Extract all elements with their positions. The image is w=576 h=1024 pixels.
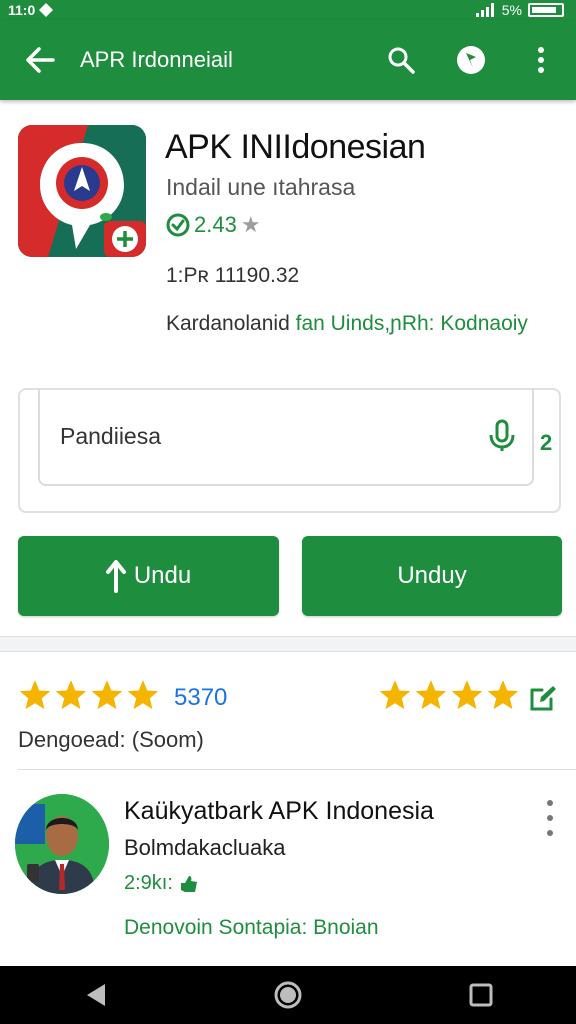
developer-row: Kardanolanid fan Uinds,ɲRh: Kodnaoiy	[166, 312, 528, 336]
app-subtitle: Indail une ıtahrasa	[166, 174, 356, 200]
app-bar-title: APR Irdonneiail	[80, 47, 233, 72]
back-arrow-icon	[26, 47, 55, 73]
field-count: 2	[540, 430, 553, 455]
search-field-value: Pandiiesa	[60, 422, 162, 449]
app-bar: APR Irdonneiail	[0, 20, 576, 100]
app-rating: 2.43 ★	[166, 212, 261, 238]
battery-percent: 5%	[501, 2, 522, 18]
nav-home-icon[interactable]	[273, 980, 303, 1010]
search-icon	[388, 47, 415, 74]
downloads-label: Dengoead: (Soom)	[18, 727, 204, 752]
more-vert-icon	[547, 800, 553, 806]
star-icon[interactable]	[486, 678, 520, 712]
download-button-label: Undu	[133, 562, 192, 589]
search-button[interactable]	[366, 20, 436, 100]
download-secondary-label: Unduy	[397, 562, 467, 589]
verified-check-icon	[166, 213, 190, 237]
app-meta: 1:Pʀ 11190.32	[166, 264, 300, 287]
status-time: 11:0	[8, 2, 36, 18]
battery-icon	[528, 3, 564, 17]
section-divider	[0, 636, 576, 652]
review-size-value: 2:9kı:	[124, 872, 173, 894]
developer-prefix: Kardanolanid	[166, 312, 290, 335]
star-icon[interactable]	[450, 678, 484, 712]
star-icon[interactable]	[378, 678, 412, 712]
app-logo-graphic	[18, 125, 146, 257]
your-rating-stars[interactable]	[378, 678, 520, 712]
rating-value: 2.43	[194, 212, 237, 237]
avatar-photo	[15, 794, 109, 894]
star-icon	[91, 680, 123, 710]
thumb-icon	[180, 875, 197, 892]
star-icon	[19, 680, 51, 710]
rating-star-icon: ★	[240, 212, 261, 237]
status-bar: 11:0 5%	[0, 0, 576, 20]
upload-arrow-icon	[105, 560, 126, 593]
developer-link[interactable]: fan Uinds,ɲRh: Kodnaoiy	[296, 312, 528, 335]
review-size: 2:9kı:	[124, 872, 199, 895]
star-icon	[55, 680, 87, 710]
review-author: Kaükyatbark APK Indonesia	[124, 797, 434, 825]
nav-recents-icon[interactable]	[469, 983, 493, 1007]
app-name: APK INIIdonesian	[165, 128, 426, 166]
review-link[interactable]: Denovoin Sontapia: Bnoian	[124, 916, 379, 940]
navigation-bar	[0, 966, 576, 1024]
more-options-button[interactable]	[506, 20, 576, 100]
mic-icon	[489, 419, 515, 451]
review-subtitle: Bolmdakacluaka	[124, 835, 286, 860]
rating-stars	[18, 678, 160, 712]
account-button[interactable]	[436, 20, 506, 100]
star-icon[interactable]	[414, 678, 448, 712]
back-button[interactable]	[0, 20, 80, 100]
divider	[18, 769, 576, 770]
search-field[interactable]: Pandiiesa	[38, 388, 534, 486]
edit-review-icon	[530, 686, 556, 711]
app-logo	[18, 125, 146, 257]
avatar[interactable]	[15, 794, 109, 894]
signal-icon	[475, 3, 494, 17]
rating-count: 5370	[174, 684, 228, 711]
account-icon	[457, 46, 485, 74]
download-button[interactable]: Undu	[18, 536, 279, 616]
mic-button[interactable]	[472, 419, 532, 453]
write-review-button[interactable]	[528, 684, 558, 717]
more-vert-icon	[538, 47, 544, 73]
star-icon	[127, 680, 159, 710]
nav-back-icon[interactable]	[83, 982, 107, 1008]
review-more-button[interactable]	[540, 800, 560, 836]
location-icon	[39, 3, 54, 17]
download-secondary-button[interactable]: Unduy	[302, 536, 562, 616]
